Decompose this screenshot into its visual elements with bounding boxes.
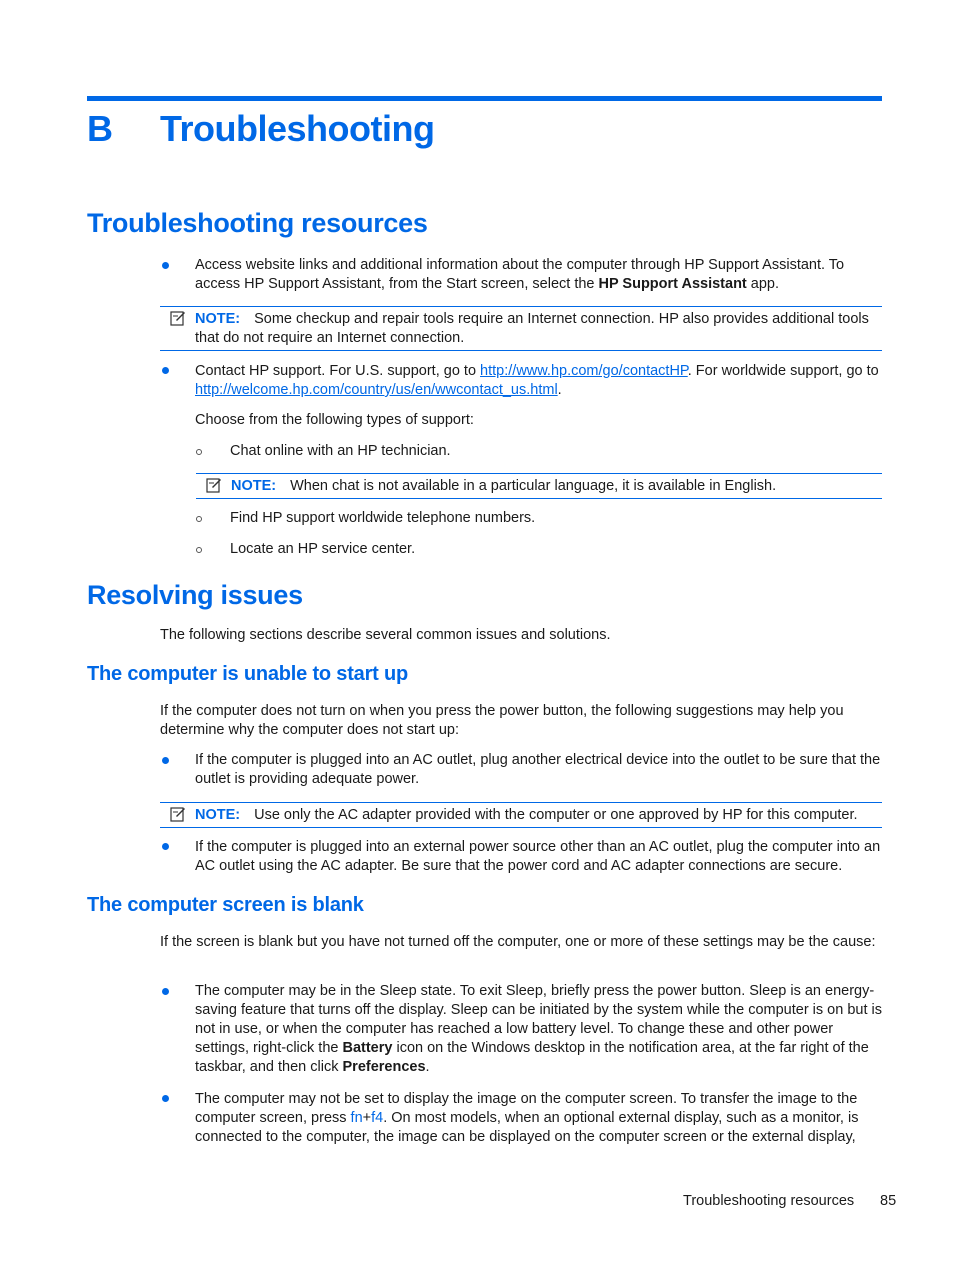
- key-f4: f4: [371, 1110, 384, 1126]
- link-worldwide-contact[interactable]: http://welcome.hp.com/country/us/en/wwco…: [195, 382, 558, 398]
- bullet-icon: [162, 843, 169, 850]
- paragraph-contact-hp: Contact HP support. For U.S. support, go…: [195, 363, 879, 398]
- choose-support-text: Choose from the following types of suppo…: [195, 412, 474, 428]
- note-icon: [170, 807, 185, 822]
- section-title-resolving-issues: Resolving issues: [87, 580, 303, 610]
- screen-blank-bullet-1: The computer may be in the Sleep state. …: [195, 983, 882, 1075]
- note-text: Some checkup and repair tools require an…: [195, 311, 869, 346]
- screen-blank-bullet-2: The computer may not be set to display t…: [195, 1091, 859, 1145]
- start-up-intro: If the computer does not turn on when yo…: [160, 703, 844, 738]
- note-label: NOTE:: [195, 311, 241, 327]
- support-option-service-center: Locate an HP service center.: [230, 541, 416, 557]
- bullet-icon: [162, 1095, 169, 1102]
- note-text: When chat is not available in a particul…: [290, 478, 777, 494]
- chapter-rule: [87, 96, 882, 101]
- chapter-letter: B: [87, 108, 113, 149]
- sub-bullet-icon: [196, 449, 202, 455]
- note-box: NOTE: When chat is not available in a par…: [196, 473, 882, 499]
- note-box: NOTE: Some checkup and repair tools requi…: [160, 306, 882, 351]
- footer-section-name: Troubleshooting resources: [683, 1193, 855, 1209]
- support-option-phone: Find HP support worldwide telephone numb…: [230, 510, 536, 526]
- note-icon: [170, 311, 185, 326]
- bullet-icon: [162, 262, 169, 269]
- link-contact-hp[interactable]: http://www.hp.com/go/contactHP: [480, 363, 688, 379]
- chapter-title: Troubleshooting: [160, 108, 435, 149]
- note-label: NOTE:: [195, 807, 241, 823]
- start-up-bullet-1: If the computer is plugged into an AC ou…: [195, 752, 881, 787]
- note-text: Use only the AC adapter provided with th…: [254, 807, 858, 823]
- note-label: NOTE:: [231, 478, 277, 494]
- section-title-troubleshooting-resources: Troubleshooting resources: [87, 208, 428, 238]
- support-option-chat: Chat online with an HP technician.: [230, 443, 451, 459]
- bullet-icon: [162, 988, 169, 995]
- page-number: 85: [880, 1193, 897, 1209]
- bullet-icon: [162, 367, 169, 374]
- sub-bullet-icon: [196, 516, 202, 522]
- screen-blank-intro: If the screen is blank but you have not …: [160, 934, 876, 950]
- resolving-intro: The following sections describe several …: [160, 627, 611, 643]
- note-box: NOTE: Use only the AC adapter provided wi…: [160, 802, 882, 828]
- note-icon: [206, 478, 221, 493]
- start-up-bullet-2: If the computer is plugged into an exter…: [195, 839, 881, 874]
- subsection-title-screen-blank: The computer screen is blank: [87, 894, 364, 916]
- key-fn: fn: [350, 1110, 363, 1126]
- bullet-icon: [162, 757, 169, 764]
- sub-bullet-icon: [196, 547, 202, 553]
- subsection-title-start-up: The computer is unable to start up: [87, 663, 409, 685]
- paragraph-support-assistant: Access website links and additional info…: [195, 257, 845, 292]
